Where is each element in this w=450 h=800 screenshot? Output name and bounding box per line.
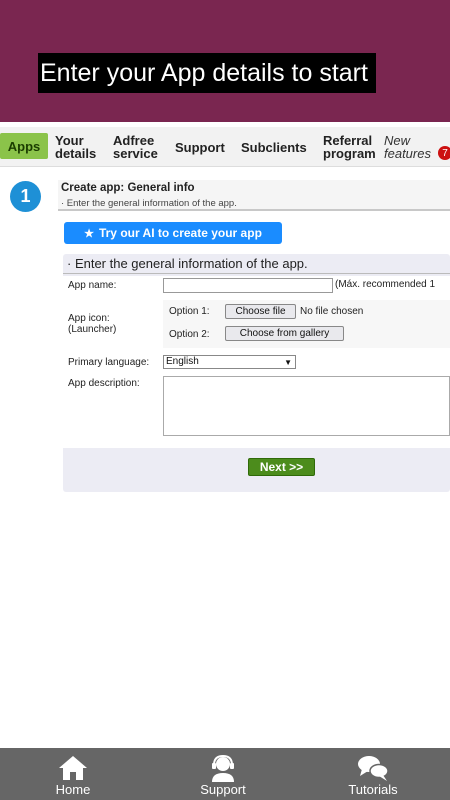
try-ai-label: Try our AI to create your app (98, 226, 262, 240)
step-header: Create app: General info · Enter the gen… (58, 180, 450, 211)
bottom-nav-label: Tutorials (348, 782, 398, 797)
choose-file-button[interactable]: Choose file (225, 304, 296, 319)
star-icon: ★ (84, 227, 94, 240)
bottom-nav-tutorials[interactable]: Tutorials (341, 748, 405, 800)
app-icon-label-line1: App icon: (68, 313, 110, 324)
app-screen: Enter your App details to start Apps You… (0, 0, 450, 800)
home-icon (59, 756, 87, 780)
choose-from-gallery-button[interactable]: Choose from gallery (225, 326, 344, 341)
primary-language-select[interactable]: English ▼ (163, 355, 296, 369)
nav-tab-referral-program[interactable]: Referral program (323, 127, 376, 167)
app-description-label: App description: (68, 378, 140, 389)
next-button[interactable]: Next >> (248, 458, 315, 476)
new-features-badge: 7 (438, 146, 450, 160)
app-name-input[interactable] (163, 278, 333, 293)
step-number: 1 (10, 181, 41, 212)
nav-label: service (113, 146, 158, 161)
app-icon-label: App icon: (Launcher) (68, 313, 116, 335)
form-heading: · Enter the general information of the a… (63, 254, 450, 274)
app-description-textarea[interactable] (163, 376, 450, 436)
banner-title: Enter your App details to start (38, 53, 376, 93)
primary-language-label: Primary language: (68, 357, 150, 368)
header-banner: Enter your App details to start (0, 0, 450, 122)
top-nav: Apps Your details Adfree service Support S… (0, 127, 450, 167)
primary-language-value: English (166, 356, 199, 367)
bottom-nav-support[interactable]: Support (193, 748, 253, 800)
step-title: Create app: General info (61, 182, 195, 194)
app-name-label: App name: (68, 280, 117, 291)
app-name-hint: (Máx. recommended 1 (335, 279, 436, 290)
nav-tab-new-features[interactable]: New features (384, 127, 431, 167)
nav-label: features (384, 146, 431, 161)
chevron-down-icon: ▼ (284, 358, 292, 367)
nav-tab-support[interactable]: Support (175, 127, 225, 167)
app-icon-label-line2: (Launcher) (68, 324, 117, 335)
option2-label: Option 2: (169, 329, 210, 340)
nav-tab-subclients[interactable]: Subclients (241, 127, 307, 167)
form-body: App name: (Máx. recommended 1 App icon: … (63, 276, 450, 448)
nav-tab-apps[interactable]: Apps (0, 133, 48, 159)
bottom-navigation: Home Support Tutorials (0, 748, 450, 800)
try-ai-button[interactable]: ★ Try our AI to create your app (64, 222, 282, 244)
nav-label: details (55, 146, 97, 161)
nav-label: program (323, 146, 376, 161)
nav-tab-your-details[interactable]: Your details (55, 127, 96, 167)
general-info-form: · Enter the general information of the a… (63, 254, 450, 492)
step-subtitle: · Enter the general information of the a… (61, 198, 237, 209)
nav-tab-adfree-service[interactable]: Adfree service (113, 127, 158, 167)
bottom-nav-home[interactable]: Home (48, 748, 98, 800)
support-agent-icon (212, 754, 234, 782)
bottom-nav-label: Support (200, 782, 246, 797)
bottom-nav-label: Home (55, 782, 91, 797)
chat-bubbles-icon (358, 756, 389, 781)
no-file-chosen-text: No file chosen (300, 306, 364, 317)
app-icon-options: Option 1: Choose file No file chosen Opt… (163, 300, 450, 348)
option1-label: Option 1: (169, 306, 210, 317)
